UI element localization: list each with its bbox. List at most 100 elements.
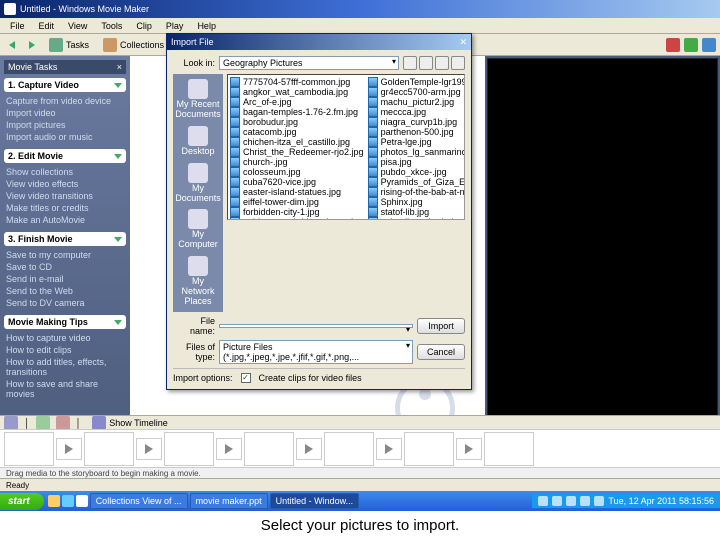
file-item[interactable]: niagra_curvp1b.jpg [368, 117, 465, 127]
section-tips[interactable]: Movie Making Tips [4, 315, 126, 329]
file-item[interactable]: church-.jpg [230, 157, 364, 167]
link-show-collections[interactable]: Show collections [4, 166, 126, 178]
place-desktop[interactable]: Desktop [176, 124, 220, 159]
menu-edit[interactable]: Edit [33, 21, 61, 31]
tb-icon-3[interactable] [702, 38, 716, 52]
section-capture[interactable]: 1. Capture Video [4, 78, 126, 92]
link-send-email[interactable]: Send in e-mail [4, 273, 126, 285]
file-item[interactable]: cuba7620-vice.jpg [230, 177, 364, 187]
link-tip-save[interactable]: How to save and share movies [4, 378, 126, 400]
link-capture-device[interactable]: Capture from video device [4, 95, 126, 107]
file-item[interactable]: chichen-itza_el_castillo.jpg [230, 137, 364, 147]
menu-file[interactable]: File [4, 21, 31, 31]
file-item[interactable]: machu_pictur2.jpg [368, 97, 465, 107]
tray-icon[interactable] [538, 496, 548, 506]
tasks-button[interactable]: Tasks [44, 36, 94, 54]
file-item[interactable]: Pyramids_of_Giza_Egypt.jpg [368, 177, 465, 187]
file-item[interactable]: borobudur.jpg [230, 117, 364, 127]
filetype-dropdown[interactable]: Picture Files (*.jpg,*.jpeg,*.jpe,*.jfif… [219, 340, 413, 364]
tray-icon[interactable] [566, 496, 576, 506]
file-item[interactable]: golden-gate-bridge-picture.jpg [230, 217, 364, 220]
nav-up-icon[interactable] [419, 56, 433, 70]
storyboard-clip[interactable] [244, 432, 294, 466]
nav-fwd-button[interactable] [24, 39, 40, 51]
place-computer[interactable]: My Computer [176, 207, 220, 252]
file-item[interactable]: 7775704-57fff-common.jpg [230, 77, 364, 87]
section-finish[interactable]: 3. Finish Movie [4, 232, 126, 246]
link-import-pictures[interactable]: Import pictures [4, 119, 126, 131]
lookin-dropdown[interactable]: Geography Pictures [219, 56, 399, 70]
menu-tools[interactable]: Tools [95, 21, 128, 31]
place-documents[interactable]: My Documents [176, 161, 220, 206]
tray-icon[interactable] [580, 496, 590, 506]
place-recent[interactable]: My Recent Documents [176, 77, 220, 122]
file-item[interactable]: parthenon-500.jpg [368, 127, 465, 137]
cancel-button[interactable]: Cancel [417, 344, 465, 360]
link-tip-edit[interactable]: How to edit clips [4, 344, 126, 356]
file-item[interactable]: forbidden-city-1.jpg [230, 207, 364, 217]
sb-icon-1[interactable] [4, 416, 18, 430]
ql-icon[interactable] [48, 495, 60, 507]
file-item[interactable]: photos_lg_sanmarino.jpg [368, 147, 465, 157]
sb-zoom-in-icon[interactable] [36, 416, 50, 430]
storyboard[interactable] [0, 429, 720, 467]
place-network[interactable]: My Network Places [176, 254, 220, 309]
file-item[interactable]: colosseum.jpg [230, 167, 364, 177]
file-item[interactable]: Christ_the_Redeemer-rjo2.jpg [230, 147, 364, 157]
storyboard-clip[interactable] [324, 432, 374, 466]
file-item[interactable]: pubdo_xkce-.jpg [368, 167, 465, 177]
file-item[interactable]: angkor_wat_cambodia.jpg [230, 87, 364, 97]
import-button[interactable]: Import [417, 318, 465, 334]
storyboard-clip[interactable] [84, 432, 134, 466]
ql-icon[interactable] [62, 495, 74, 507]
link-titles-credits[interactable]: Make titles or credits [4, 202, 126, 214]
taskbar-item-active[interactable]: Untitled - Window... [270, 493, 360, 509]
close-icon[interactable]: × [117, 62, 122, 72]
storyboard-transition[interactable] [216, 438, 242, 460]
link-automovie[interactable]: Make an AutoMovie [4, 214, 126, 226]
file-item[interactable]: meccca.jpg [368, 107, 465, 117]
link-video-effects[interactable]: View video effects [4, 178, 126, 190]
section-edit[interactable]: 2. Edit Movie [4, 149, 126, 163]
file-item[interactable]: eiffel-tower-dim.jpg [230, 197, 364, 207]
file-item[interactable]: Petra-lge.jpg [368, 137, 465, 147]
taskbar-item[interactable]: movie maker.ppt [190, 493, 268, 509]
storyboard-transition[interactable] [56, 438, 82, 460]
nav-views-icon[interactable] [451, 56, 465, 70]
storyboard-clip[interactable] [164, 432, 214, 466]
file-item[interactable]: GoldenTemple-lgr19995.jpg [368, 77, 465, 87]
tray-icon[interactable] [552, 496, 562, 506]
storyboard-clip[interactable] [4, 432, 54, 466]
link-tip-titles[interactable]: How to add titles, effects, transitions [4, 356, 126, 378]
file-item[interactable]: gr4ecc5700-arm.jpg [368, 87, 465, 97]
nav-back-button[interactable] [4, 39, 20, 51]
filename-input[interactable] [219, 324, 413, 328]
link-send-web[interactable]: Send to the Web [4, 285, 126, 297]
file-item[interactable]: catacomb.jpg [230, 127, 364, 137]
file-item[interactable]: Sphinx.jpg [368, 197, 465, 207]
tray-icon[interactable] [594, 496, 604, 506]
link-save-cd[interactable]: Save to CD [4, 261, 126, 273]
menu-view[interactable]: View [62, 21, 93, 31]
file-item[interactable]: statof-lib.jpg [368, 207, 465, 217]
storyboard-clip[interactable] [484, 432, 534, 466]
ql-icon[interactable] [76, 495, 88, 507]
collections-button[interactable]: Collections [98, 36, 169, 54]
storyboard-transition[interactable] [456, 438, 482, 460]
file-item[interactable]: bagan-temples-1.76-2.fm.jpg [230, 107, 364, 117]
link-send-dv[interactable]: Send to DV camera [4, 297, 126, 309]
storyboard-transition[interactable] [136, 438, 162, 460]
link-video-transitions[interactable]: View video transitions [4, 190, 126, 202]
link-tip-capture[interactable]: How to capture video [4, 332, 126, 344]
file-item[interactable]: pisa.jpg [368, 157, 465, 167]
link-import-video[interactable]: Import video [4, 107, 126, 119]
nav-back-icon[interactable] [403, 56, 417, 70]
menu-help[interactable]: Help [191, 21, 222, 31]
menu-play[interactable]: Play [160, 21, 190, 31]
storyboard-transition[interactable] [296, 438, 322, 460]
storyboard-transition[interactable] [376, 438, 402, 460]
menu-clip[interactable]: Clip [130, 21, 158, 31]
create-clips-checkbox[interactable] [241, 373, 251, 383]
start-button[interactable]: start [0, 493, 44, 510]
file-item[interactable]: st-basils-cathedral-red-square-moscow.jp… [368, 217, 465, 220]
